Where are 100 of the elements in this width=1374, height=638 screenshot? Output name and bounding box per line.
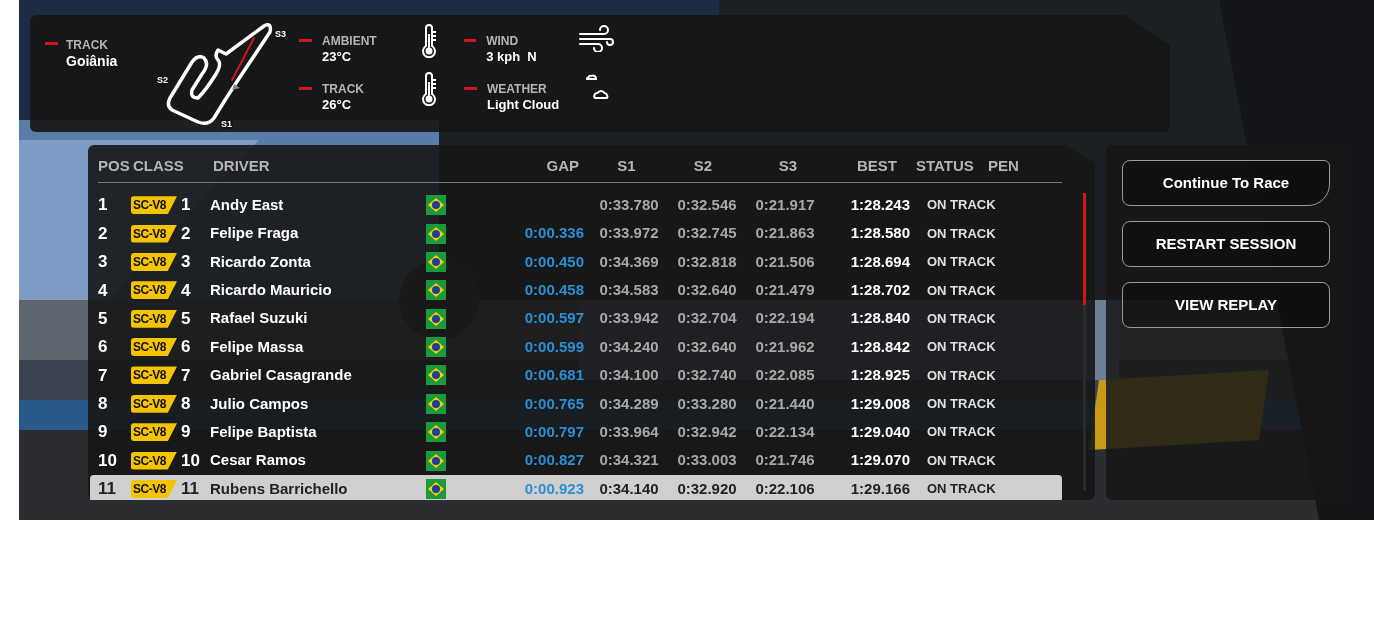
status-text: ON TRACK [926, 395, 996, 414]
status-text: ON TRACK [926, 281, 996, 300]
menu-button[interactable]: Continue To Race [1122, 160, 1330, 206]
gap-time: 0:00.765 [523, 393, 585, 414]
standings-row[interactable]: 8 SC-V8 8 Julio Campos 0:00.765 0:34.289 0:33.280 0:21.440 1:29.008 ON TRACK [90, 390, 1062, 418]
best-lap-time: 1:28.842 [849, 336, 911, 357]
position: 5 [98, 307, 109, 330]
gap-time: 0:00.827 [523, 450, 585, 471]
flag-icon [426, 365, 446, 386]
sector-time: 0:33.972 [598, 223, 660, 244]
menu-button[interactable]: RESTART SESSION [1122, 221, 1330, 267]
flag-icon [426, 223, 446, 244]
driver-name: Rubens Barrichello [210, 478, 349, 499]
condition-label: TRACK [322, 82, 365, 96]
gap-time: 0:00.336 [523, 223, 585, 244]
position: 8 [98, 393, 109, 416]
flag-icon [426, 393, 446, 414]
flag-icon [426, 422, 446, 443]
standings-row[interactable]: 11 SC-V8 11 Rubens Barrichello 0:00.923 0:34.140 0:32.920 0:22.106 1:29.166 ON TRACK [90, 475, 1062, 503]
class-badge: SC-V8 [131, 309, 177, 328]
flag-icon [426, 478, 446, 499]
track-label: TRACK [66, 38, 109, 52]
sector-time: 0:33.280 [676, 393, 738, 414]
column-header: BEST [856, 155, 898, 176]
sector-time: 0:34.140 [598, 478, 660, 499]
dash-icon [464, 87, 477, 90]
driver-name: Andy East [210, 194, 285, 215]
sector-time: 0:21.917 [754, 194, 816, 215]
standings-row[interactable]: 7 SC-V8 7 Gabriel Casagrande 0:00.681 0:34.100 0:32.740 0:22.085 1:28.925 ON TRACK [90, 361, 1062, 389]
standings-row[interactable]: 2 SC-V8 2 Felipe Fraga 0:00.336 0:33.972 0:32.745 0:21.863 1:28.580 ON TRACK [90, 220, 1062, 248]
position: 3 [98, 251, 109, 274]
position: 1 [98, 194, 109, 217]
wind-icon [578, 24, 614, 52]
class-badge: SC-V8 [131, 252, 177, 271]
standings-row[interactable]: 4 SC-V8 4 Ricardo Mauricio 0:00.458 0:34.583 0:32.640 0:21.479 1:28.702 ON TRACK [90, 276, 1062, 304]
condition-value: Light Cloud [487, 96, 561, 114]
standings-row[interactable]: 6 SC-V8 6 Felipe Massa 0:00.599 0:34.240 0:32.640 0:21.962 1:28.842 ON TRACK [90, 333, 1062, 361]
thermometer-icon [420, 72, 438, 106]
column-header: PEN [988, 155, 1019, 176]
menu-button[interactable]: VIEW REPLAY [1122, 282, 1330, 328]
status-text: ON TRACK [926, 309, 996, 328]
sector-time: 0:33.003 [676, 450, 738, 471]
best-lap-time: 1:28.925 [849, 365, 911, 386]
sector-time: 0:21.440 [754, 393, 816, 414]
car-number: 4 [180, 279, 192, 302]
column-header: S3 [777, 155, 799, 176]
position: 2 [98, 222, 109, 245]
status-text: ON TRACK [926, 366, 996, 385]
sector-time: 0:32.745 [676, 223, 738, 244]
driver-name: Felipe Massa [210, 336, 305, 357]
gap-time: 0:00.599 [523, 336, 585, 357]
driver-name: Julio Campos [210, 393, 310, 414]
driver-name: Cesar Ramos [210, 450, 307, 471]
sector-time: 0:34.100 [598, 365, 660, 386]
column-header: STATUS [916, 155, 975, 176]
thermometer-icon [420, 24, 438, 58]
track-name: Goiânia [66, 52, 118, 70]
column-header: POS [98, 155, 131, 176]
standings-row[interactable]: 5 SC-V8 5 Rafael Suzuki 0:00.597 0:33.942 0:32.704 0:22.194 1:28.840 ON TRACK [90, 305, 1062, 333]
best-lap-time: 1:28.243 [849, 194, 911, 215]
sector-time: 0:32.640 [676, 280, 738, 301]
gap-time: 0:00.597 [523, 308, 585, 329]
standings-row[interactable]: 9 SC-V8 9 Felipe Baptista 0:00.797 0:33.964 0:32.942 0:22.134 1:29.040 ON TRACK [90, 418, 1062, 446]
best-lap-time: 1:28.840 [849, 308, 911, 329]
column-header: DRIVER [213, 155, 271, 176]
car-number: 8 [180, 393, 192, 416]
sector-label: S3 [274, 30, 287, 39]
class-badge: SC-V8 [131, 196, 177, 215]
driver-name: Felipe Baptista [210, 421, 318, 442]
standings-row[interactable]: 10 SC-V8 10 Cesar Ramos 0:00.827 0:34.321 0:33.003 0:21.746 1:29.070 ON TRACK [90, 447, 1062, 475]
sector-time: 0:34.583 [598, 280, 660, 301]
condition-label: WEATHER [487, 82, 548, 96]
sector-label: S2 [156, 76, 169, 85]
position: 11 [98, 478, 117, 501]
gap-time: 0:00.797 [523, 421, 585, 442]
sector-time: 0:34.289 [598, 393, 660, 414]
standings-row[interactable]: 3 SC-V8 3 Ricardo Zonta 0:00.450 0:34.369 0:32.818 0:21.506 1:28.694 ON TRACK [90, 248, 1062, 276]
car-number: 1 [180, 194, 192, 217]
scrollbar-thumb[interactable] [1083, 193, 1086, 305]
sector-time: 0:21.746 [754, 450, 816, 471]
sector-time: 0:32.818 [676, 251, 738, 272]
sector-time: 0:32.740 [676, 365, 738, 386]
sector-label: S1 [220, 120, 233, 129]
status-text: ON TRACK [926, 451, 996, 470]
flag-icon [426, 308, 446, 329]
best-lap-time: 1:28.580 [849, 223, 911, 244]
dash-icon [45, 42, 58, 45]
sector-time: 0:32.546 [676, 194, 738, 215]
best-lap-time: 1:28.694 [849, 251, 911, 272]
standings-row[interactable]: 1 SC-V8 1 Andy East 0:33.780 0:32.546 0:21.917 1:28.243 ON TRACK [90, 191, 1062, 219]
gap-time: 0:00.450 [523, 251, 585, 272]
position: 4 [98, 279, 109, 302]
sector-time: 0:34.321 [598, 450, 660, 471]
car-number: 10 [180, 449, 201, 472]
sector-time: 0:22.085 [754, 365, 816, 386]
dash-icon [299, 39, 312, 42]
gap-time: 0:00.458 [523, 280, 585, 301]
class-badge: SC-V8 [131, 479, 177, 498]
sector-time: 0:33.780 [598, 194, 660, 215]
scrollbar[interactable] [1083, 193, 1086, 491]
